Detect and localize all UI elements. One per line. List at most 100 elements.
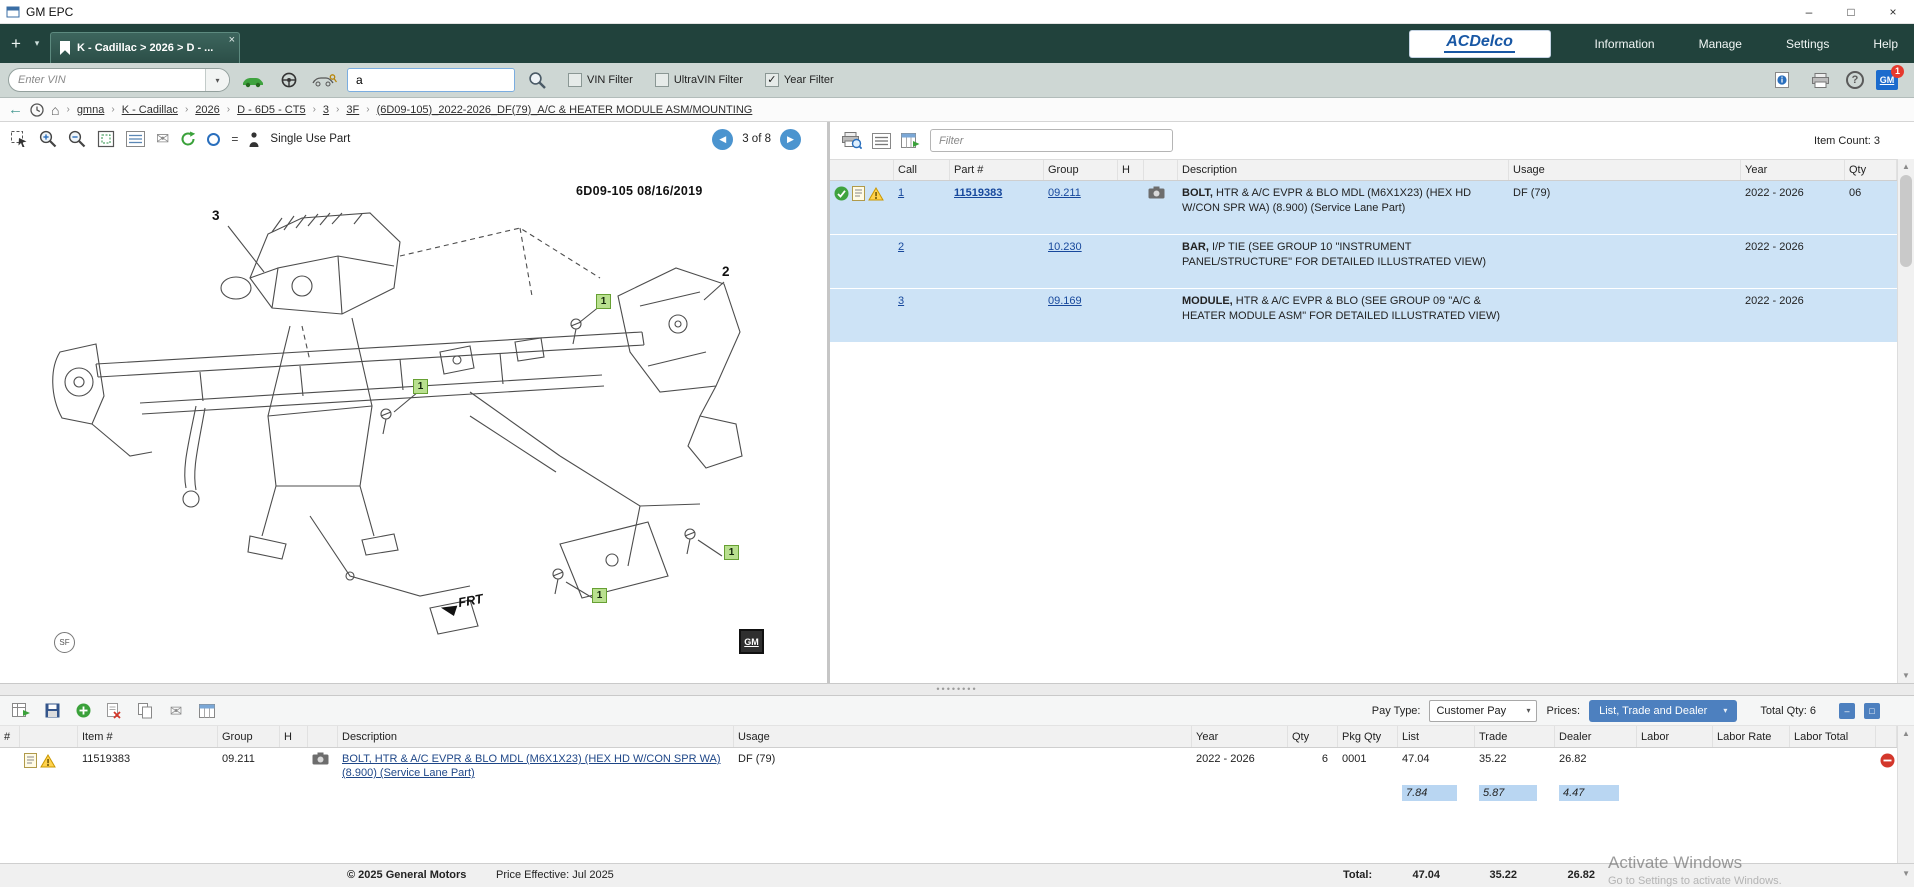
scrollbar-thumb[interactable] [1900, 175, 1912, 267]
save-icon[interactable] [41, 703, 63, 718]
region-select-icon[interactable] [10, 130, 28, 148]
parts-filter-input[interactable] [930, 129, 1173, 152]
ultravin-filter[interactable]: UltraVIN Filter [655, 73, 743, 87]
callout-1-hotspot[interactable]: 1 [596, 294, 611, 309]
remove-document-icon[interactable] [103, 703, 125, 719]
acdelco-brand-button[interactable]: ACDelco [1409, 30, 1551, 58]
breadcrumb-model[interactable]: D - 6D5 - CT5 [237, 104, 305, 116]
parts-table-row[interactable]: 3 09.169 MODULE, HTR & A/C EVPR & BLO (S… [830, 289, 1897, 343]
cart-row[interactable]: 11519383 09.211 BOLT, HTR & A/C EVPR & B… [0, 748, 1897, 784]
refresh-icon[interactable] [180, 131, 196, 147]
callout-1-hotspot[interactable]: 1 [724, 545, 739, 560]
part-number-link[interactable]: 11519383 [954, 187, 1002, 199]
parts-scrollbar[interactable]: ▲ ▼ [1897, 159, 1914, 683]
warning-icon[interactable] [40, 754, 56, 772]
menu-settings[interactable]: Settings [1786, 37, 1829, 51]
new-tab-button[interactable]: + [4, 35, 28, 52]
tab-catalog[interactable]: K - Cadillac > 2026 > D - ... × [50, 32, 240, 63]
callout-1-hotspot[interactable]: 1 [413, 379, 428, 394]
call-link[interactable]: 1 [898, 187, 904, 199]
menu-help[interactable]: Help [1873, 37, 1898, 51]
close-button[interactable]: × [1872, 0, 1914, 23]
scroll-down-icon[interactable]: ▼ [1898, 671, 1914, 680]
remove-row-icon[interactable] [1880, 759, 1895, 771]
breadcrumb-section[interactable]: 3 [323, 104, 329, 116]
callout-3[interactable]: 3 [212, 208, 220, 223]
call-link[interactable]: 3 [898, 295, 904, 307]
year-filter[interactable]: ✓ Year Filter [765, 73, 834, 87]
table-view-icon[interactable] [196, 704, 218, 718]
collapse-panel-button[interactable]: – [1839, 703, 1855, 719]
vin-chevron-icon[interactable]: ▾ [205, 69, 229, 91]
car-key-icon[interactable] [311, 68, 338, 93]
year-filter-checkbox[interactable]: ✓ [765, 73, 779, 87]
search-icon[interactable] [524, 68, 551, 93]
scroll-up-icon[interactable]: ▲ [1898, 162, 1914, 171]
prices-select[interactable]: List, Trade and Dealer ▾ [1589, 700, 1737, 722]
notes-icon[interactable] [24, 753, 37, 772]
vin-filter-checkbox[interactable] [568, 73, 582, 87]
h-cell [280, 748, 308, 752]
breadcrumb-year[interactable]: 2026 [195, 104, 219, 116]
expand-panel-button[interactable]: □ [1864, 703, 1880, 719]
scroll-up-icon[interactable]: ▲ [1898, 729, 1914, 738]
print-icon[interactable] [1807, 68, 1834, 93]
cart-description-link[interactable]: BOLT, HTR & A/C EVPR & BLO MDL (M6X1X23)… [342, 753, 721, 779]
notes-icon[interactable] [852, 186, 865, 206]
minimize-button[interactable]: – [1788, 0, 1830, 23]
group-link[interactable]: 10.230 [1048, 241, 1082, 253]
detail-list-icon[interactable] [872, 133, 891, 149]
splitter-handle[interactable]: •••••••• [936, 687, 977, 692]
parts-table-row[interactable]: 1 11519383 09.211 BOLT, HTR & A/C EVPR &… [830, 181, 1897, 235]
export-table-icon[interactable] [10, 703, 32, 718]
camera-icon[interactable] [1148, 190, 1165, 202]
warning-icon[interactable] [868, 187, 884, 206]
help-icon[interactable]: ? [1846, 71, 1864, 89]
zoom-out-icon[interactable] [68, 130, 86, 148]
copy-icon[interactable] [134, 703, 156, 719]
previous-figure-button[interactable]: ◀ [712, 129, 733, 150]
info-document-icon[interactable] [1768, 68, 1795, 93]
print-preview-icon[interactable] [842, 132, 862, 149]
zoom-in-icon[interactable] [39, 130, 57, 148]
callout-1-hotspot[interactable]: 1 [592, 588, 607, 603]
next-figure-button[interactable]: ▶ [780, 129, 801, 150]
horizontal-splitter[interactable]: •••••••• [0, 683, 1914, 696]
vehicle-select-icon[interactable] [239, 68, 266, 93]
menu-information[interactable]: Information [1595, 37, 1655, 51]
breadcrumb-make[interactable]: K - Cadillac [122, 104, 178, 116]
header-pkg-qty: Pkg Qty [1338, 726, 1398, 747]
breadcrumb-subsection[interactable]: 3F [346, 104, 359, 116]
steering-wheel-icon[interactable] [275, 68, 302, 93]
history-icon[interactable] [30, 103, 44, 117]
add-item-icon[interactable] [72, 703, 94, 718]
pay-type-select[interactable]: Customer Pay ▾ [1429, 700, 1537, 722]
part-search-input[interactable] [348, 69, 515, 91]
email-illustration-icon[interactable]: ✉ [156, 129, 169, 149]
scroll-down-icon[interactable]: ▼ [1902, 869, 1910, 878]
tab-list-chevron-icon[interactable]: ▾ [28, 38, 46, 49]
home-icon[interactable]: ⌂ [51, 103, 59, 117]
camera-icon[interactable] [312, 756, 329, 768]
tab-close-icon[interactable]: × [229, 34, 235, 46]
group-link[interactable]: 09.169 [1048, 295, 1082, 307]
call-link[interactable]: 2 [898, 241, 904, 253]
menu-manage[interactable]: Manage [1699, 37, 1742, 51]
export-grid-icon[interactable] [901, 133, 920, 149]
back-icon[interactable]: ← [8, 102, 23, 117]
vin-filter[interactable]: VIN Filter [568, 73, 633, 87]
gm-notifications-icon[interactable]: GM 1 [1876, 70, 1898, 90]
cart-scrollbar[interactable]: ▲ [1897, 726, 1914, 863]
parts-table-row[interactable]: 2 10.230 BAR, I/P TIE (SEE GROUP 10 "INS… [830, 235, 1897, 289]
maximize-button[interactable]: □ [1830, 0, 1872, 23]
callout-list-icon[interactable] [126, 131, 145, 147]
illustration-canvas[interactable]: 6D09-105 08/16/2019 3 2 1 1 1 1 FRT SF G… [0, 156, 827, 683]
group-link[interactable]: 09.211 [1048, 187, 1081, 199]
callout-2[interactable]: 2 [722, 264, 730, 279]
breadcrumb-figure[interactable]: (6D09-105)_2022-2026_DF(79)_A/C & HEATER… [377, 104, 753, 116]
fit-to-page-icon[interactable] [97, 130, 115, 148]
email-cart-icon[interactable]: ✉ [165, 702, 187, 720]
ultravin-filter-checkbox[interactable] [655, 73, 669, 87]
breadcrumb-gmna[interactable]: gmna [77, 104, 105, 116]
vin-input[interactable] [9, 74, 205, 86]
